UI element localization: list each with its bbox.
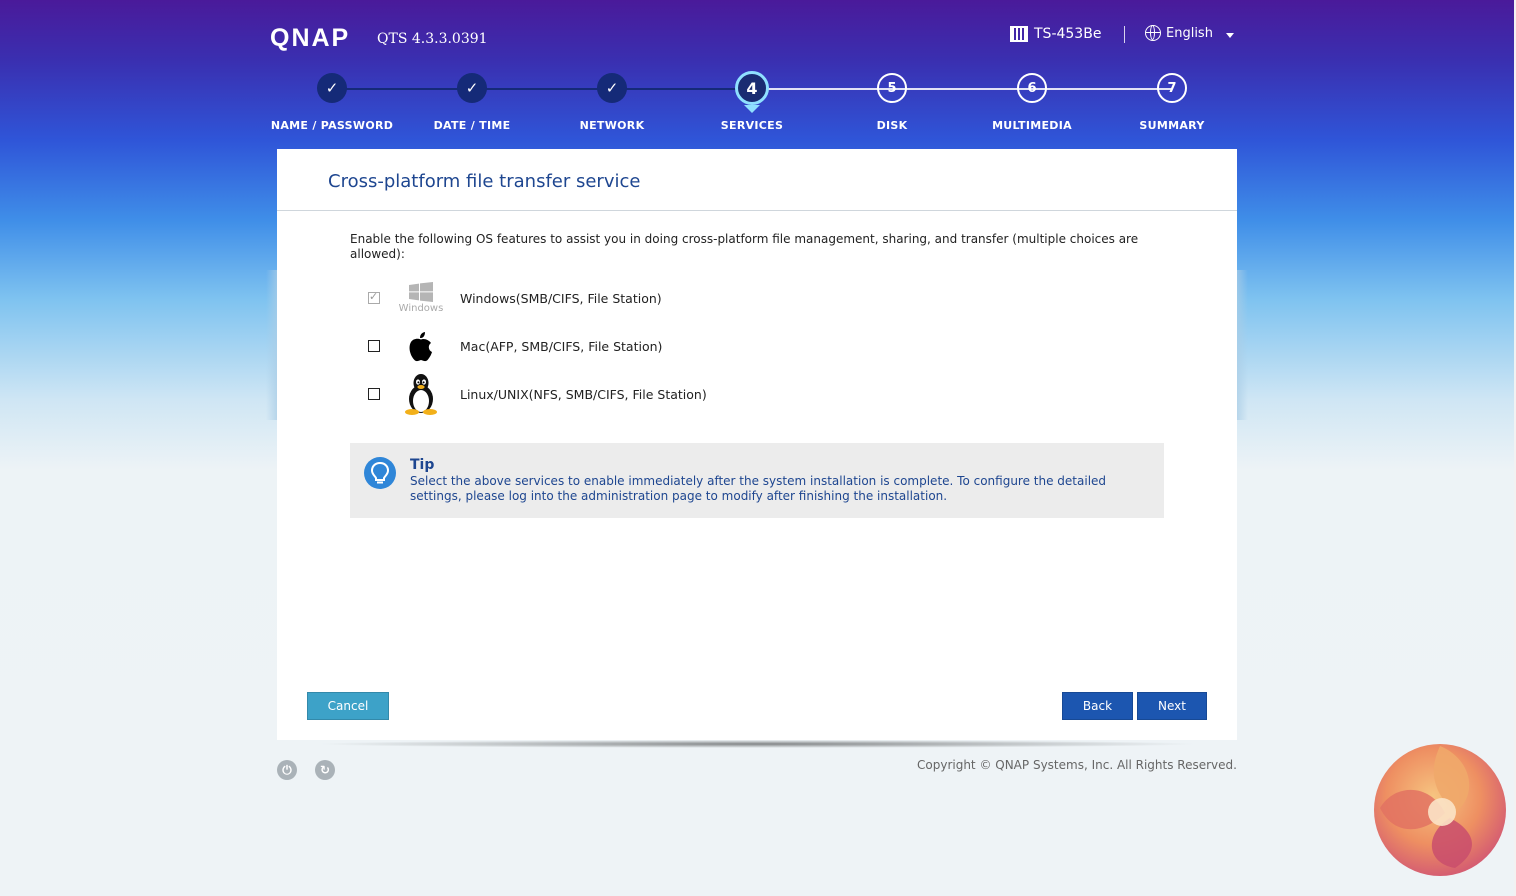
- option-linux: Linux/UNIX(NFS, SMB/CIFS, File Station): [368, 372, 707, 416]
- panel-title: Cross-platform file transfer service: [328, 171, 641, 192]
- model-name: TS-453Be: [1034, 26, 1102, 42]
- step-label: SERVICES: [720, 119, 784, 132]
- check-icon: ✓: [597, 73, 627, 103]
- step-label: NETWORK: [579, 119, 645, 132]
- nas-model: TS-453Be: [1010, 26, 1101, 42]
- check-icon: ✓: [457, 73, 487, 103]
- panel-side-glow: [1237, 270, 1248, 420]
- mac-checkbox[interactable]: [368, 340, 380, 352]
- chevron-down-icon[interactable]: [1226, 33, 1234, 38]
- watermark-logo: [1374, 744, 1506, 876]
- nas-icon: [1010, 26, 1028, 42]
- windows-caption: Windows: [398, 303, 444, 314]
- step-network: ✓ NETWORK: [542, 73, 682, 132]
- step-name-password: ✓ NAME / PASSWORD: [262, 73, 402, 132]
- step-number: 5: [877, 73, 907, 103]
- back-button[interactable]: Back: [1062, 692, 1133, 720]
- panel-side-glow: [266, 270, 277, 420]
- windows-checkbox[interactable]: [368, 290, 380, 304]
- tip-box: Tip Select the above services to enable …: [350, 443, 1164, 518]
- qnap-logo: QNAP: [270, 24, 351, 52]
- current-step-pointer: [744, 105, 760, 113]
- check-icon: ✓: [317, 73, 347, 103]
- step-label: DATE / TIME: [433, 119, 511, 132]
- power-icon[interactable]: ⏻: [277, 760, 297, 780]
- tip-text: Select the above services to enable imme…: [410, 474, 1107, 503]
- step-number: 4: [735, 71, 769, 105]
- qts-version: QTS 4.3.3.0391: [377, 31, 488, 47]
- step-services: 4 SERVICES: [682, 71, 822, 132]
- step-summary: 7 SUMMARY: [1102, 73, 1242, 132]
- divider: [277, 210, 1237, 211]
- step-label: DISK: [876, 119, 908, 132]
- option-windows: Windows Windows(SMB/CIFS, File Station): [368, 276, 662, 320]
- apple-icon: [396, 330, 446, 362]
- restart-icon[interactable]: ↻: [315, 760, 335, 780]
- option-mac: Mac(AFP, SMB/CIFS, File Station): [368, 324, 662, 368]
- step-number: 7: [1157, 73, 1187, 103]
- tip-title: Tip: [410, 457, 435, 473]
- step-label: NAME / PASSWORD: [270, 119, 394, 132]
- lightbulb-icon: [364, 457, 396, 489]
- windows-icon: Windows: [396, 282, 446, 314]
- wizard-panel: Cross-platform file transfer service Ena…: [277, 149, 1237, 740]
- linux-checkbox[interactable]: [368, 388, 380, 400]
- step-date-time: ✓ DATE / TIME: [402, 73, 542, 132]
- header-separator: [1124, 26, 1125, 43]
- step-number: 6: [1017, 73, 1047, 103]
- linux-label: Linux/UNIX(NFS, SMB/CIFS, File Station): [460, 386, 707, 402]
- step-label: SUMMARY: [1139, 119, 1205, 132]
- next-button[interactable]: Next: [1137, 692, 1207, 720]
- step-label: MULTIMEDIA: [992, 119, 1072, 132]
- language-label: English: [1166, 25, 1213, 41]
- tux-icon: [396, 373, 446, 415]
- panel-shadow: [315, 740, 1200, 748]
- cancel-button[interactable]: Cancel: [307, 692, 389, 720]
- step-disk: 5 DISK: [822, 73, 962, 132]
- step-multimedia: 6 MULTIMEDIA: [962, 73, 1102, 132]
- copyright-text: Copyright © QNAP Systems, Inc. All Right…: [917, 758, 1237, 772]
- mac-label: Mac(AFP, SMB/CIFS, File Station): [460, 338, 663, 354]
- globe-icon: [1145, 25, 1161, 41]
- language-selector[interactable]: English: [1145, 25, 1213, 41]
- windows-label: Windows(SMB/CIFS, File Station): [460, 290, 662, 306]
- panel-description: Enable the following OS features to assi…: [350, 232, 1139, 261]
